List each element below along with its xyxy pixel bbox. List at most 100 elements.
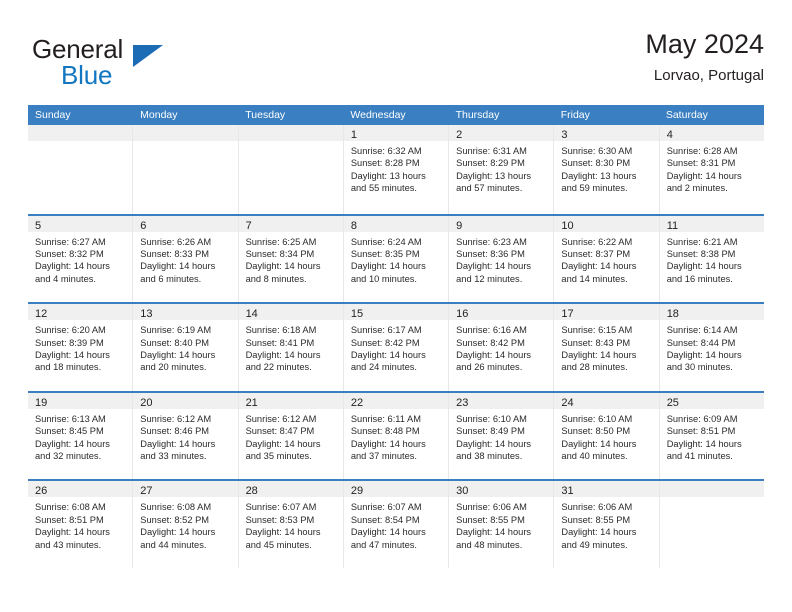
daylight-text-line2: and 38 minutes. — [456, 451, 523, 461]
sunset-text: Sunset: 8:55 PM — [561, 514, 631, 525]
sunset-text: Sunset: 8:52 PM — [140, 514, 210, 525]
sunrise-text: Sunrise: 6:30 AM — [561, 146, 633, 156]
calendar-day-cell[interactable]: 5 Sunrise: 6:27 AM Sunset: 8:32 PM Daylight… — [28, 215, 134, 303]
daylight-text-line1: Daylight: 14 hours — [245, 261, 321, 272]
day-number: 27 — [140, 485, 153, 498]
calendar-day-cell[interactable]: 11 Sunrise: 6:21 AM Sunset: 8:38 PM Dayligh… — [659, 215, 764, 303]
day-number-band: 29 — [343, 481, 449, 498]
day-number: 26 — [35, 485, 48, 498]
daylight-text-line1: Daylight: 14 hours — [35, 261, 110, 272]
calendar-day-cell[interactable]: 26 Sunrise: 6:08 AM Sunset: 8:51 PM Dayligh… — [28, 481, 134, 568]
sunset-text: Sunset: 8:32 PM — [35, 249, 104, 259]
day-sun-info: Sunrise: 6:12 AM Sunset: 8:46 PM Daylight:… — [133, 409, 237, 463]
calendar-day-cell[interactable]: 9 Sunrise: 6:23 AM Sunset: 8:36 PM Daylight… — [449, 215, 555, 303]
logo-text-blue: Blue — [61, 60, 113, 90]
day-number-band: 22 — [343, 392, 449, 409]
day-sun-info: Sunrise: 6:08 AM Sunset: 8:51 PM Daylight:… — [28, 497, 132, 551]
calendar-day-cell[interactable]: 25 Sunrise: 6:09 AM Sunset: 8:51 PM Dayligh… — [659, 392, 764, 480]
day-number-band: 9 — [449, 215, 554, 232]
day-number: 8 — [350, 219, 357, 232]
day-number-band: 16 — [449, 304, 554, 321]
calendar-week-row: 5 Sunrise: 6:27 AM Sunset: 8:32 PM Daylight… — [28, 213, 764, 303]
sunrise-text: Sunrise: 6:10 AM — [456, 413, 527, 424]
calendar-day-cell[interactable]: 23 Sunrise: 6:10 AM Sunset: 8:49 PM Dayligh… — [449, 392, 555, 480]
daylight-text-line2: and 35 minutes. — [245, 451, 312, 461]
sunset-text: Sunset: 8:45 PM — [35, 426, 104, 437]
daylight-text-line1: Daylight: 14 hours — [561, 438, 637, 449]
sunset-text: Sunset: 8:28 PM — [350, 158, 420, 169]
calendar-week-row: 12 Sunrise: 6:20 AM Sunset: 8:39 PM Dayligh… — [28, 302, 764, 391]
daylight-text-line2: and 12 minutes. — [456, 273, 523, 284]
day-number-band: 8 — [343, 215, 449, 232]
calendar-day-cell[interactable]: 19 Sunrise: 6:13 AM Sunset: 8:45 PM Dayligh… — [28, 392, 134, 480]
day-number: 13 — [140, 308, 153, 321]
sunset-text: Sunset: 8:55 PM — [456, 514, 525, 525]
calendar-week-row: 1 Sunrise: 6:32 AM Sunset: 8:28 PM Daylight… — [28, 125, 764, 214]
day-number-band — [133, 125, 238, 141]
day-sun-info: Sunrise: 6:08 AM Sunset: 8:52 PM Daylight:… — [133, 497, 237, 551]
sunrise-text: Sunrise: 6:27 AM — [35, 236, 106, 247]
day-sun-info: Sunrise: 6:24 AM Sunset: 8:35 PM Daylight:… — [344, 232, 448, 286]
daylight-text-line1: Daylight: 14 hours — [245, 527, 321, 538]
calendar-day-cell[interactable]: 18 Sunrise: 6:14 AM Sunset: 8:44 PM Dayligh… — [659, 304, 764, 391]
calendar-day-cell[interactable]: 1 Sunrise: 6:32 AM Sunset: 8:28 PM Daylight… — [343, 125, 450, 214]
calendar-day-cell[interactable]: 10 Sunrise: 6:22 AM Sunset: 8:37 PM Dayligh… — [554, 215, 660, 303]
sunrise-text: Sunrise: 6:19 AM — [140, 325, 212, 336]
day-sun-info: Sunrise: 6:16 AM Sunset: 8:42 PM Daylight:… — [449, 320, 553, 374]
calendar-day-cell[interactable]: 3 Sunrise: 6:30 AM Sunset: 8:30 PM Daylight… — [554, 125, 660, 214]
calendar-day-cell[interactable]: 14 Sunrise: 6:18 AM Sunset: 8:41 PM Dayligh… — [238, 304, 344, 391]
general-blue-logo[interactable]: General Blue — [32, 34, 272, 96]
day-number-band: 28 — [238, 481, 343, 498]
calendar-day-cell[interactable]: 31 Sunrise: 6:06 AM Sunset: 8:55 PM Dayligh… — [554, 481, 660, 568]
day-number: 9 — [456, 219, 463, 232]
daylight-text-line1: Daylight: 14 hours — [666, 350, 742, 360]
daylight-text-line1: Daylight: 14 hours — [245, 350, 321, 360]
calendar-day-cell[interactable]: 24 Sunrise: 6:10 AM Sunset: 8:50 PM Dayligh… — [554, 392, 660, 480]
calendar-day-cell[interactable]: 6 Sunrise: 6:26 AM Sunset: 8:33 PM Daylight… — [133, 215, 239, 303]
day-sun-info: Sunrise: 6:06 AM Sunset: 8:55 PM Daylight:… — [449, 497, 553, 551]
daylight-text-line2: and 8 minutes. — [245, 273, 307, 284]
daylight-text-line2: and 28 minutes. — [561, 362, 628, 373]
calendar-day-cell[interactable]: 27 Sunrise: 6:08 AM Sunset: 8:52 PM Dayligh… — [133, 481, 239, 568]
weekday-header-row: Sunday Monday Tuesday Wednesday Thursday… — [28, 105, 764, 125]
sunset-text: Sunset: 8:49 PM — [456, 426, 525, 437]
daylight-text-line2: and 45 minutes. — [245, 539, 312, 550]
calendar-day-cell[interactable]: 29 Sunrise: 6:07 AM Sunset: 8:54 PM Dayligh… — [343, 481, 450, 568]
calendar-day-cell[interactable]: 13 Sunrise: 6:19 AM Sunset: 8:40 PM Dayligh… — [133, 304, 239, 391]
calendar-day-cell[interactable]: 16 Sunrise: 6:16 AM Sunset: 8:42 PM Dayligh… — [449, 304, 555, 391]
calendar-day-cell[interactable]: 2 Sunrise: 6:31 AM Sunset: 8:29 PM Daylight… — [449, 125, 555, 214]
daylight-text-line2: and 18 minutes. — [35, 362, 102, 373]
calendar-day-cell[interactable]: 30 Sunrise: 6:06 AM Sunset: 8:55 PM Dayligh… — [449, 481, 555, 568]
sunset-text: Sunset: 8:42 PM — [350, 337, 420, 348]
day-sun-info: Sunrise: 6:23 AM Sunset: 8:36 PM Daylight:… — [449, 232, 553, 286]
sunrise-text: Sunrise: 6:31 AM — [456, 146, 527, 156]
calendar-day-cell-empty — [238, 125, 344, 214]
calendar-day-cell[interactable]: 17 Sunrise: 6:15 AM Sunset: 8:43 PM Dayligh… — [554, 304, 660, 391]
daylight-text-line1: Daylight: 14 hours — [456, 527, 532, 538]
calendar-day-cell[interactable]: 12 Sunrise: 6:20 AM Sunset: 8:39 PM Dayligh… — [28, 304, 134, 391]
day-number-band: 24 — [554, 392, 659, 409]
sunset-text: Sunset: 8:30 PM — [561, 158, 631, 169]
sunrise-text: Sunrise: 6:18 AM — [245, 325, 317, 336]
day-number-band: 6 — [133, 215, 238, 232]
day-number-band: 26 — [28, 481, 133, 498]
calendar-day-cell[interactable]: 28 Sunrise: 6:07 AM Sunset: 8:53 PM Dayligh… — [238, 481, 344, 568]
sunrise-text: Sunrise: 6:24 AM — [350, 236, 422, 247]
page-header: General Blue May 2024 Lorvao, Portugal — [28, 28, 764, 100]
calendar-day-cell[interactable]: 20 Sunrise: 6:12 AM Sunset: 8:46 PM Dayligh… — [133, 392, 239, 480]
daylight-text-line2: and 33 minutes. — [140, 451, 207, 461]
calendar-day-cell[interactable]: 21 Sunrise: 6:12 AM Sunset: 8:47 PM Dayligh… — [238, 392, 344, 480]
daylight-text-line1: Daylight: 14 hours — [140, 261, 216, 272]
calendar-day-cell[interactable]: 7 Sunrise: 6:25 AM Sunset: 8:34 PM Daylight… — [238, 215, 344, 303]
day-sun-info: Sunrise: 6:10 AM Sunset: 8:49 PM Daylight:… — [449, 409, 553, 463]
calendar-day-cell[interactable]: 8 Sunrise: 6:24 AM Sunset: 8:35 PM Daylight… — [343, 215, 450, 303]
calendar-day-cell[interactable]: 15 Sunrise: 6:17 AM Sunset: 8:42 PM Dayligh… — [343, 304, 450, 391]
daylight-text-line2: and 24 minutes. — [350, 362, 417, 373]
day-number: 2 — [456, 129, 463, 141]
sunset-text: Sunset: 8:31 PM — [666, 158, 736, 169]
calendar-day-cell[interactable]: 4 Sunrise: 6:28 AM Sunset: 8:31 PM Daylight… — [659, 125, 764, 214]
logo-triangle-icon — [133, 45, 163, 67]
daylight-text-line1: Daylight: 14 hours — [35, 527, 110, 538]
day-number: 10 — [561, 219, 574, 232]
calendar-day-cell[interactable]: 22 Sunrise: 6:11 AM Sunset: 8:48 PM Dayligh… — [343, 392, 450, 480]
